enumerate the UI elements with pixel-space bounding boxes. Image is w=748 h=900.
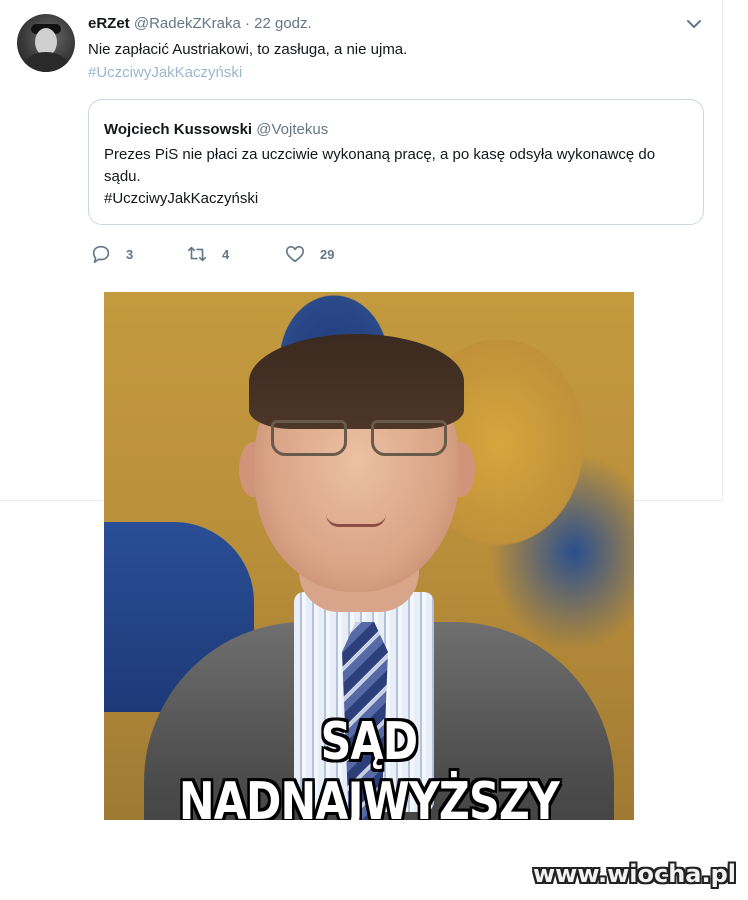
chevron-down-icon[interactable] (684, 14, 704, 34)
quoted-tweet[interactable]: Wojciech Kussowski @Vojtekus Prezes PiS … (88, 99, 704, 225)
separator-dot: · (244, 15, 250, 32)
like-button[interactable]: 29 (284, 242, 334, 266)
tweet-header: eRZet @RadekZKraka · 22 godz. (88, 14, 312, 34)
quoted-tweet-header: Wojciech Kussowski @Vojtekus (104, 120, 328, 140)
site-watermark: www.wiocha.pl (532, 860, 736, 888)
reply-icon (92, 245, 110, 264)
quoted-user-handle[interactable]: @Vojtekus (256, 121, 328, 138)
tweet-text: Nie zapłacić Austriakowi, to zasługa, a … (88, 41, 408, 58)
retweet-button[interactable]: 4 (186, 242, 229, 266)
like-count: 29 (320, 246, 335, 262)
retweet-icon (187, 246, 207, 262)
user-avatar[interactable] (17, 14, 75, 72)
reply-count: 3 (126, 246, 134, 262)
retweet-count: 4 (222, 246, 230, 262)
quoted-display-name[interactable]: Wojciech Kussowski (104, 121, 252, 138)
meme-caption: SĄD NADNAJWYŻSZY (178, 712, 560, 820)
quoted-hashtag[interactable]: #UczciwyJakKaczyński (104, 188, 258, 210)
quoted-tweet-text: Prezes PiS nie płaci za uczciwie wykonan… (104, 146, 656, 185)
tweet-hashtag[interactable]: #UczciwyJakKaczyński (88, 62, 242, 83)
display-name[interactable]: eRZet (88, 15, 130, 32)
reply-button[interactable]: 3 (90, 242, 133, 266)
tweet-timestamp[interactable]: 22 godz. (254, 15, 312, 32)
heart-icon (285, 246, 305, 263)
user-handle[interactable]: @RadekZKraka (134, 15, 241, 32)
meme-image[interactable]: SĄD NADNAJWYŻSZY (104, 292, 634, 820)
